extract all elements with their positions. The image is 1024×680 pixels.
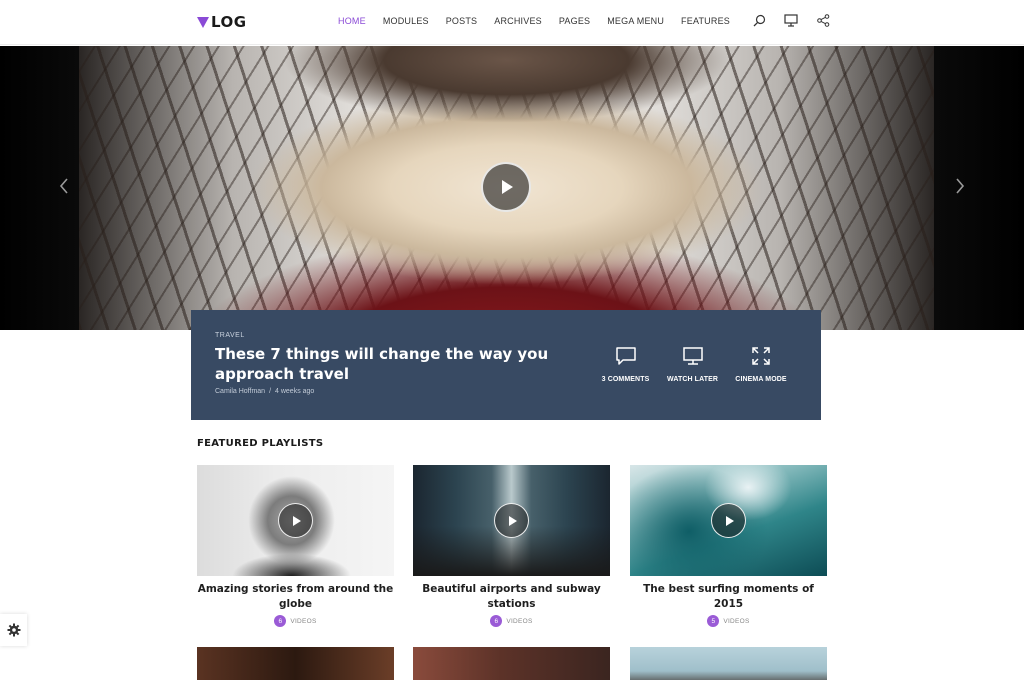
chevron-right-icon (956, 178, 965, 194)
video-count-badge: 5 (707, 615, 720, 627)
hero-side-right (934, 46, 1024, 330)
playlist-title[interactable]: Beautiful airports and subway stations (413, 582, 610, 612)
expand-icon (752, 347, 770, 365)
play-icon (502, 180, 513, 194)
comments-button[interactable]: 3 COMMENTS (601, 346, 650, 383)
main-nav: HOME MODULES POSTS ARCHIVES PAGES MEGA M… (338, 16, 730, 26)
watch-later-label: WATCH LATER (667, 376, 718, 383)
hero-play-button[interactable] (481, 162, 531, 212)
video-count-badge: 6 (274, 615, 287, 627)
playlist-card: The best surfing moments of 2015 5 VIDEO… (630, 465, 827, 627)
playlist-meta: 6 VIDEOS (197, 615, 394, 627)
playlist-card (630, 647, 827, 680)
nav-item-home[interactable]: HOME (338, 16, 366, 26)
playlist-thumbnail[interactable] (413, 465, 610, 576)
nav-item-features[interactable]: FEATURES (681, 16, 730, 26)
meta-separator: / (269, 388, 272, 395)
slider-next-button[interactable] (952, 176, 968, 196)
playlist-card: Beautiful airports and subway stations 6… (413, 465, 610, 627)
play-icon (508, 515, 517, 526)
post-author[interactable]: Camila Hoffman (215, 388, 265, 395)
playlist-thumbnail[interactable] (630, 465, 827, 576)
play-button[interactable] (711, 503, 746, 538)
video-count-badge: 6 (490, 615, 503, 627)
playlist-thumbnail[interactable] (630, 647, 827, 680)
site-logo[interactable]: LOG (197, 13, 247, 31)
slider-prev-button[interactable] (56, 176, 72, 196)
settings-button[interactable] (0, 614, 27, 646)
playlist-card (413, 647, 610, 680)
nav-item-posts[interactable]: POSTS (446, 16, 478, 26)
playlist-title[interactable]: Amazing stories from around the globe (197, 582, 394, 612)
nav-item-modules[interactable]: MODULES (383, 16, 429, 26)
logo-v-mark (197, 16, 209, 28)
cinema-mode-button[interactable]: CINEMA MODE (735, 346, 787, 383)
monitor-icon (682, 347, 703, 365)
monitor-icon[interactable] (784, 13, 798, 27)
playlist-card (197, 647, 394, 680)
play-button[interactable] (278, 503, 313, 538)
playlist-thumbnail[interactable] (413, 647, 610, 680)
videos-label: VIDEOS (506, 617, 533, 625)
videos-label: VIDEOS (290, 617, 317, 625)
play-button[interactable] (494, 503, 529, 538)
playlist-meta: 6 VIDEOS (413, 615, 610, 627)
playlist-thumbnail[interactable] (197, 647, 394, 680)
header-icons (752, 13, 830, 27)
site-header: LOG HOME MODULES POSTS ARCHIVES PAGES ME… (0, 0, 1024, 45)
playlist-thumbnail[interactable] (197, 465, 394, 576)
playlist-title[interactable]: The best surfing moments of 2015 (630, 582, 827, 612)
play-icon (292, 515, 301, 526)
play-icon (725, 515, 734, 526)
search-icon[interactable] (752, 13, 766, 27)
cinema-mode-label: CINEMA MODE (735, 376, 787, 383)
gear-icon (7, 623, 20, 637)
post-date: 4 weeks ago (275, 388, 315, 395)
nav-item-pages[interactable]: PAGES (559, 16, 590, 26)
playlist-meta: 5 VIDEOS (630, 615, 827, 627)
comments-label: 3 COMMENTS (601, 376, 650, 383)
chevron-left-icon (59, 178, 68, 194)
share-icon[interactable] (816, 13, 830, 27)
watch-later-button[interactable]: WATCH LATER (667, 346, 718, 383)
nav-item-archives[interactable]: ARCHIVES (494, 16, 542, 26)
post-meta: Camila Hoffman / 4 weeks ago (215, 388, 314, 395)
comment-icon (615, 347, 636, 365)
featured-playlists-heading: FEATURED PLAYLISTS (197, 438, 324, 449)
hero-slider (0, 46, 1024, 330)
post-actions: 3 COMMENTS WATCH LATER CINEMA MODE (601, 346, 787, 383)
videos-label: VIDEOS (723, 617, 750, 625)
playlist-card: Amazing stories from around the globe 6 … (197, 465, 394, 627)
logo-text: LOG (211, 13, 247, 31)
post-category[interactable]: TRAVEL (215, 332, 245, 339)
post-title[interactable]: These 7 things will change the way you a… (215, 344, 575, 384)
hero-info-bar: TRAVEL These 7 things will change the wa… (191, 310, 821, 420)
nav-item-mega-menu[interactable]: MEGA MENU (607, 16, 664, 26)
